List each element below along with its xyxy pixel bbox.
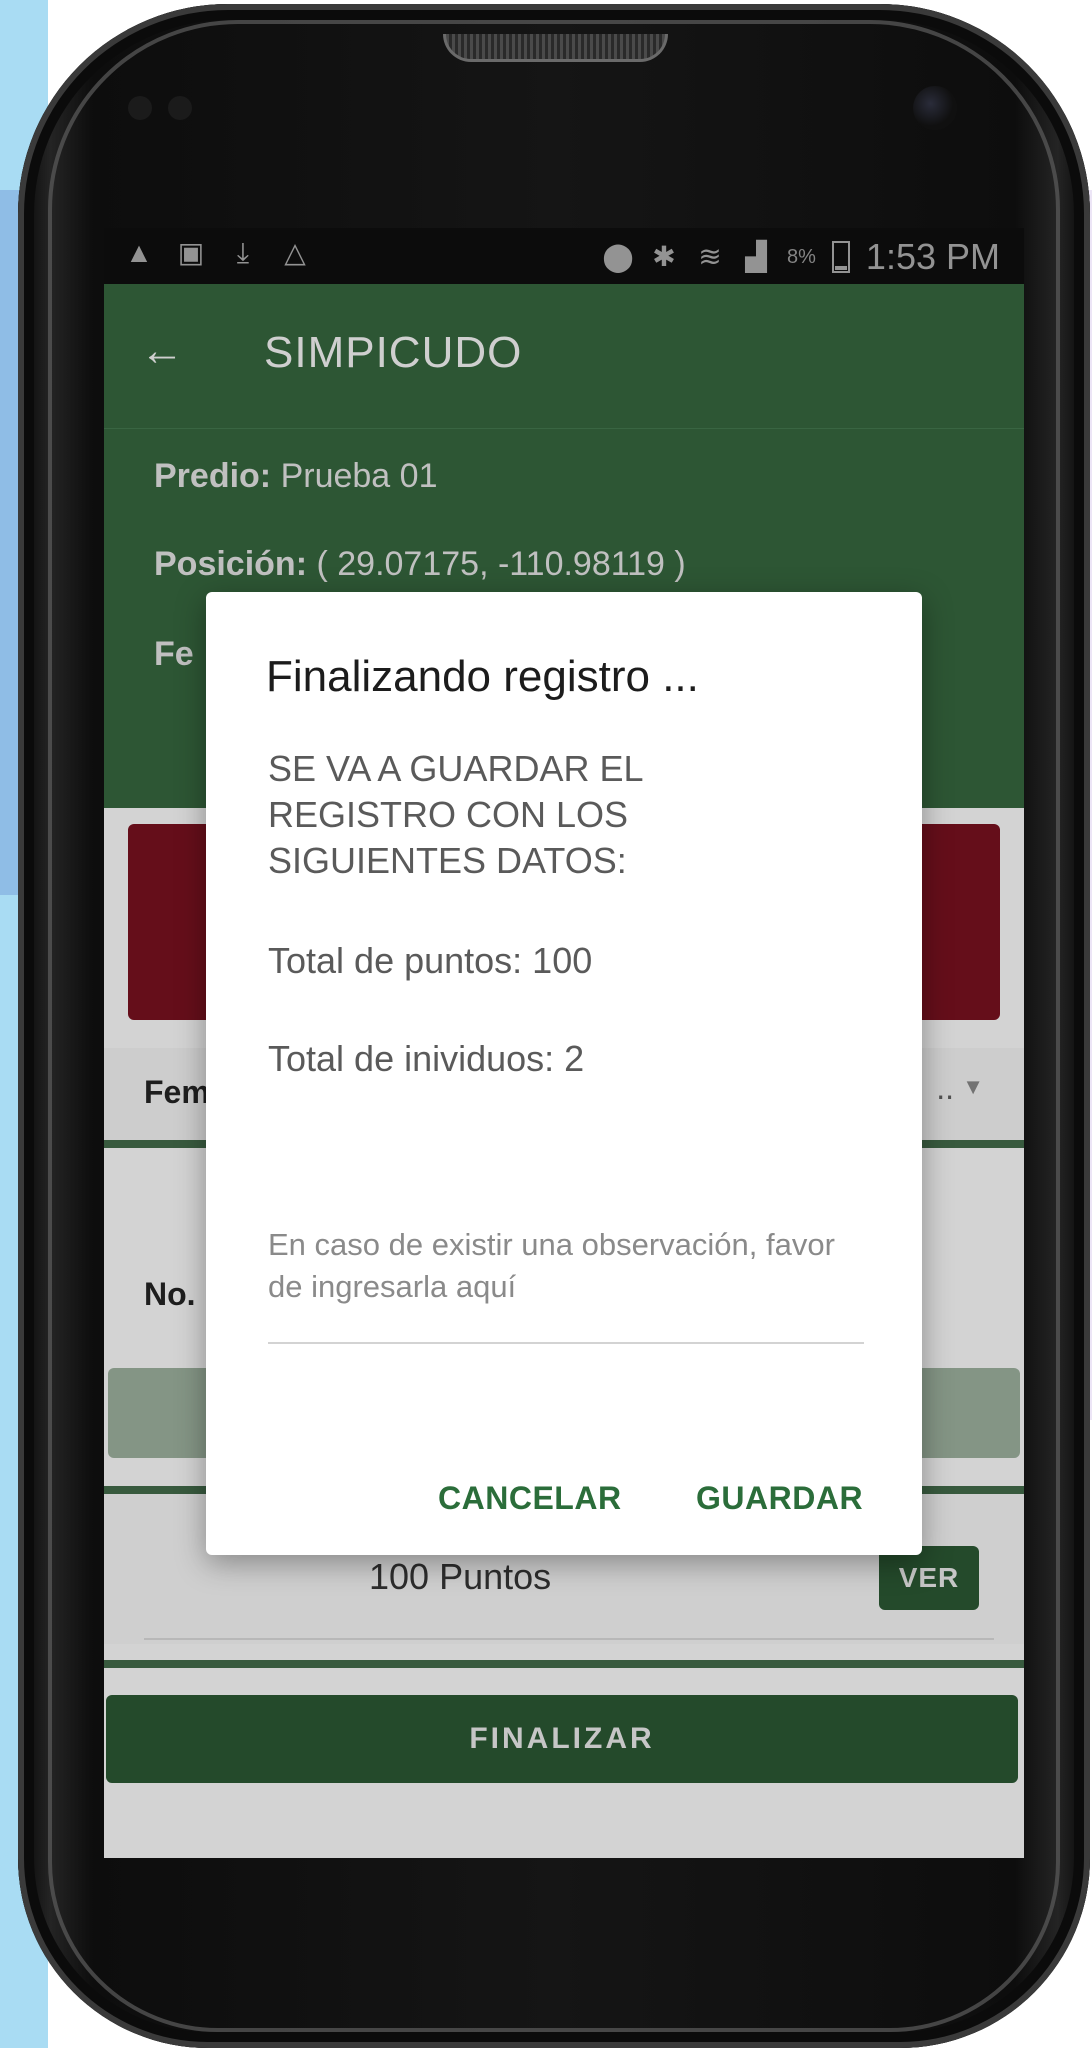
dialog-message-line: SIGUIENTES DATOS:	[268, 840, 627, 881]
front-camera	[913, 86, 957, 130]
phone-screen: ▲ ▣ ⤓ △ ⬤ ✱ ≋ ▟ 8% 1:53 PM ← SIMPICUDO P…	[104, 228, 1024, 1858]
sensor-dot	[168, 96, 192, 120]
save-button[interactable]: GUARDAR	[696, 1480, 863, 1517]
screenshot-stage: ▲ ▣ ⤓ △ ⬤ ✱ ≋ ▟ 8% 1:53 PM ← SIMPICUDO P…	[0, 0, 1092, 2048]
sensor-dot	[128, 96, 152, 120]
dialog-message-line: REGISTRO CON LOS	[268, 794, 629, 835]
dialog-message-line: SE VA A GUARDAR EL	[268, 748, 644, 789]
cancel-button[interactable]: CANCELAR	[438, 1480, 622, 1517]
speaker-grille	[443, 34, 668, 62]
confirm-dialog: Finalizando registro ... SE VA A GUARDAR…	[206, 592, 922, 1555]
dialog-title: Finalizando registro ...	[266, 652, 699, 701]
observation-input[interactable]	[268, 1224, 864, 1344]
total-individuals-text: Total de inividuos: 2	[268, 1038, 585, 1079]
total-points-text: Total de puntos: 100	[268, 940, 593, 981]
